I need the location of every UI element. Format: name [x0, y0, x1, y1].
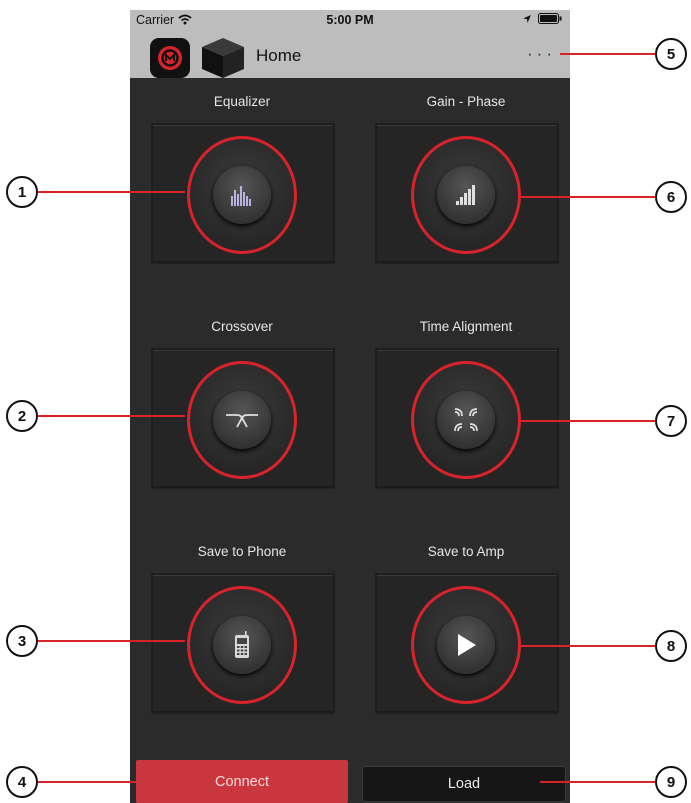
crossover-tile[interactable]	[152, 349, 334, 488]
callout-8: 8	[655, 630, 687, 662]
save-to-phone-label: Save to Phone	[197, 544, 287, 559]
callout-9: 9	[655, 766, 687, 798]
callout-7: 7	[655, 405, 687, 437]
save-to-amp-tile[interactable]	[376, 574, 558, 713]
status-bar: Carrier 5:00 PM	[130, 10, 570, 30]
status-time: 5:00 PM	[326, 13, 374, 27]
gain-phase-button[interactable]	[411, 136, 521, 254]
save-to-amp-button[interactable]	[411, 586, 521, 704]
logo-icon	[158, 46, 182, 70]
save-to-phone-tile[interactable]	[152, 574, 334, 713]
app-screen: Carrier 5:00 PM Home ··· Equalizer Gain …	[130, 10, 570, 803]
callout-line-5	[560, 53, 655, 55]
location-icon	[523, 14, 531, 23]
equalizer-icon	[231, 186, 251, 206]
equalizer-button[interactable]	[187, 136, 297, 254]
time-alignment-label: Time Alignment	[419, 319, 513, 334]
phone-icon	[235, 631, 249, 658]
more-menu-button[interactable]: ···	[527, 44, 556, 64]
time-alignment-tile[interactable]	[376, 349, 558, 488]
callout-line-9	[540, 781, 655, 783]
callout-4: 4	[6, 766, 38, 798]
load-button[interactable]: Load	[362, 766, 566, 802]
callout-6: 6	[655, 181, 687, 213]
battery-icon	[538, 13, 562, 24]
callout-line-7	[518, 420, 655, 422]
callout-3: 3	[6, 625, 38, 657]
equalizer-tile[interactable]	[152, 124, 334, 263]
save-to-amp-label: Save to Amp	[427, 544, 505, 559]
gain-phase-tile[interactable]	[376, 124, 558, 263]
time-alignment-button[interactable]	[411, 361, 521, 479]
crossover-label: Crossover	[211, 319, 273, 334]
status-right	[522, 13, 562, 24]
callout-line-4	[35, 781, 136, 783]
app-logo[interactable]	[150, 38, 190, 78]
page-title: Home	[256, 46, 302, 65]
callout-5: 5	[655, 38, 687, 70]
crossover-button[interactable]	[187, 361, 297, 479]
callout-line-2	[35, 415, 185, 417]
callout-line-3	[35, 640, 185, 642]
callout-line-6	[518, 196, 655, 198]
connect-button[interactable]: Connect	[136, 760, 348, 803]
time-alignment-icon	[454, 408, 478, 432]
gain-phase-label: Gain - Phase	[426, 94, 506, 109]
play-icon	[458, 634, 476, 656]
gain-phase-icon	[456, 185, 475, 205]
crossover-icon	[226, 414, 258, 428]
callout-2: 2	[6, 400, 38, 432]
save-to-phone-button[interactable]	[187, 586, 297, 704]
nav-bar: Home ···	[130, 30, 570, 78]
callout-line-8	[518, 645, 655, 647]
equalizer-label: Equalizer	[213, 94, 271, 109]
callout-1: 1	[6, 176, 38, 208]
cube-icon[interactable]	[200, 36, 246, 80]
callout-line-1	[35, 191, 185, 193]
